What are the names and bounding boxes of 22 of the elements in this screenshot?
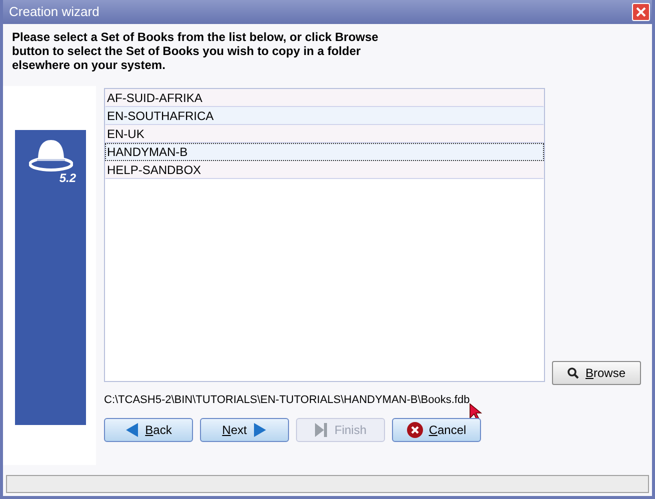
skip-end-icon — [314, 423, 328, 437]
browse-button[interactable]: Browse — [552, 361, 641, 385]
bowler-hat-icon — [28, 138, 72, 172]
right-arrow-icon — [252, 423, 267, 437]
search-icon — [567, 367, 580, 379]
next-button[interactable]: Next — [200, 418, 289, 442]
list-item[interactable]: HELP-SANDBOX — [105, 161, 544, 179]
instructions-text: Please select a Set of Books from the list below, or click Browse button to select the Set of Books you wish to copy in a folder elsewhere on your system. — [11, 29, 380, 74]
list-item[interactable]: EN-SOUTHAFRICA — [105, 107, 544, 125]
left-arrow-icon — [125, 423, 140, 437]
close-button[interactable] — [632, 3, 650, 21]
list-item[interactable]: AF-SUID-AFRIKA — [105, 89, 544, 107]
close-icon — [406, 422, 423, 438]
window-title: Creation wizard — [9, 3, 100, 22]
list-item[interactable]: EN-UK — [105, 125, 544, 143]
mouse-pointer-icon — [468, 403, 483, 421]
close-icon — [636, 7, 646, 17]
cancel-button[interactable]: Cancel — [392, 418, 481, 442]
back-button[interactable]: Back — [104, 418, 193, 442]
list-item[interactable]: HANDYMAN-B — [105, 143, 544, 161]
file-path: C:\TCASH5-2\BIN\TUTORIALS\EN-TUTORIALS\HANDYMAN-B\Books.fdb — [104, 392, 470, 408]
version-label: 5.2 — [59, 172, 77, 184]
